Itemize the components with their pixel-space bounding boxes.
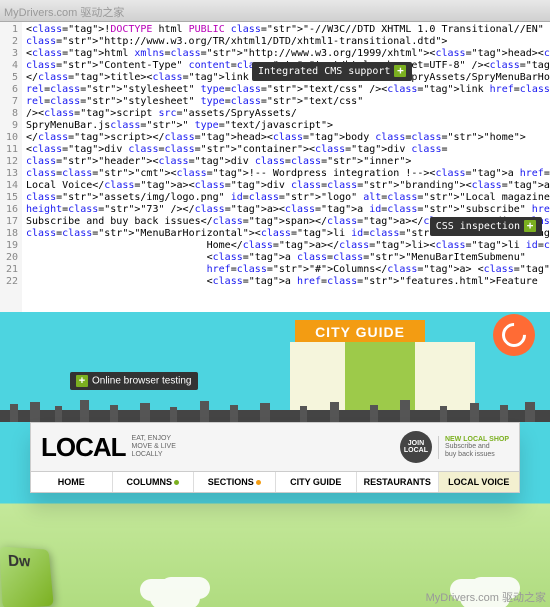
dreamweaver-icon <box>0 546 54 607</box>
join-local-badge[interactable]: JOIN LOCAL <box>400 431 432 463</box>
nav-city-guide[interactable]: CITY GUIDE <box>276 472 358 492</box>
callout-label: CSS inspection <box>436 221 520 232</box>
callout-css[interactable]: CSS inspection + <box>430 217 542 236</box>
line-numbers: 12345678910111213141516171819202122 <box>0 22 22 312</box>
shop-title: NEW LOCAL SHOP <box>445 436 509 443</box>
nav-home[interactable]: HOME <box>31 472 113 492</box>
shop-promo[interactable]: NEW LOCAL SHOP Subscribe andbuy back iss… <box>438 436 509 459</box>
callout-label: Integrated CMS support <box>258 66 390 77</box>
refresh-icon[interactable] <box>493 314 535 356</box>
site-logo[interactable]: LOCAL <box>41 432 126 463</box>
callout-label: Online browser testing <box>92 376 192 387</box>
shop-sub: Subscribe andbuy back issues <box>445 443 509 459</box>
site-nav: HOMECOLUMNSSECTIONSCITY GUIDERESTAURANTS… <box>31 471 519 492</box>
nav-columns[interactable]: COLUMNS <box>113 472 195 492</box>
plus-icon: + <box>524 220 536 232</box>
badge-line1: JOIN <box>400 440 432 447</box>
callout-browser[interactable]: + Online browser testing <box>70 372 198 390</box>
site-header: LOCAL EAT, ENJOYMOVE & LIVELOCALLY JOIN … <box>31 423 519 471</box>
badge-line2: LOCAL <box>400 447 432 454</box>
callout-cms[interactable]: Integrated CMS support + <box>252 62 412 81</box>
site-tagline: EAT, ENJOYMOVE & LIVELOCALLY <box>132 435 176 459</box>
code-editor[interactable]: 12345678910111213141516171819202122 <cla… <box>0 22 550 312</box>
plus-icon: + <box>76 375 88 387</box>
watermark-top: MyDrivers.com 驱动之家 <box>4 4 124 20</box>
plus-icon: + <box>394 65 406 77</box>
nav-restaurants[interactable]: RESTAURANTS <box>357 472 439 492</box>
preview-panel: + Online browser testing CITY GUIDE LOCAL… <box>0 312 550 607</box>
watermark-bottom: MyDrivers.com 驱动之家 <box>426 589 546 605</box>
nav-local-voice[interactable]: LOCAL VOICE <box>439 472 520 492</box>
website-mockup: LOCAL EAT, ENJOYMOVE & LIVELOCALLY JOIN … <box>30 422 520 493</box>
nav-sections[interactable]: SECTIONS <box>194 472 276 492</box>
skyline-graphic <box>0 400 550 422</box>
